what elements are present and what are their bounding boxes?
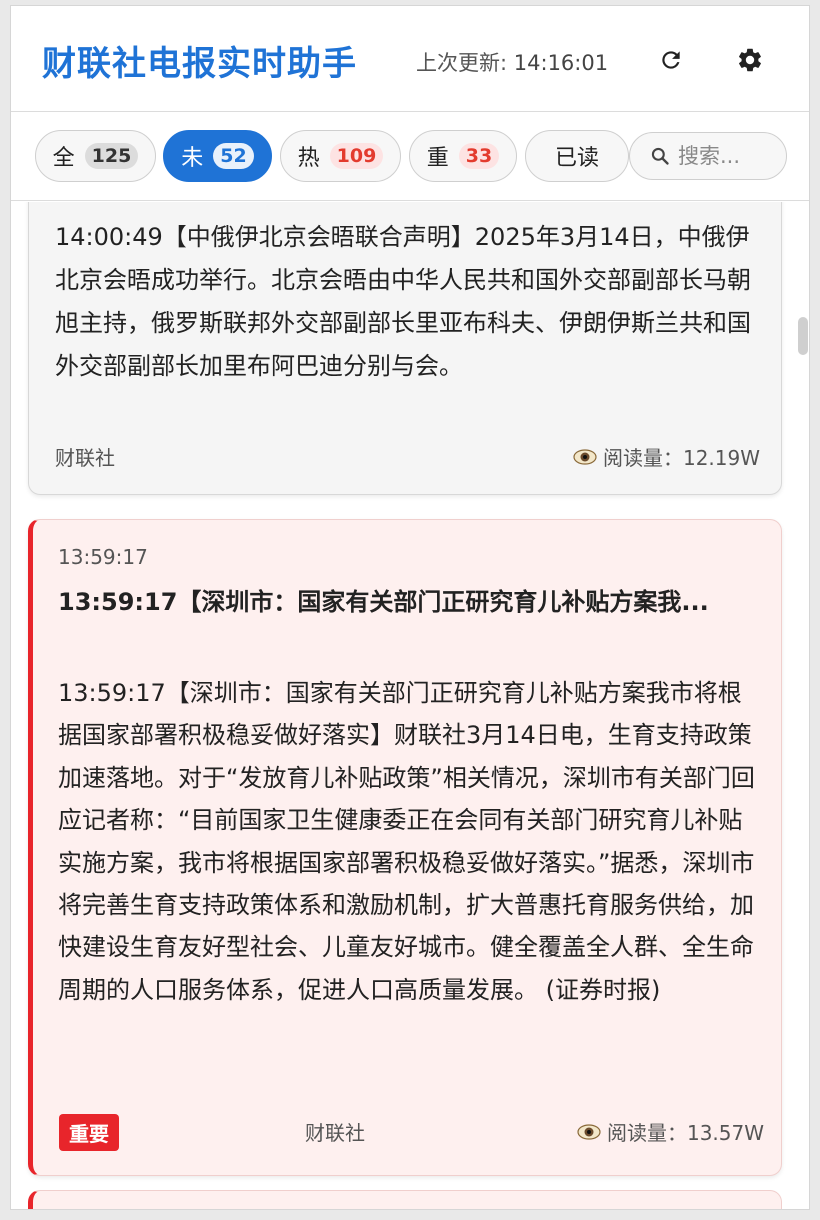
filter-all[interactable]: 全 125: [35, 130, 156, 182]
telegraph-list: 14:00:49【中俄伊北京会晤联合声明】2025年3月14日，中俄伊北京会晤成…: [11, 202, 809, 1209]
filter-important[interactable]: 重 33: [409, 130, 517, 182]
read-count-text: 阅读量：12.19W: [602, 446, 760, 470]
gear-icon: [739, 48, 761, 72]
important-badge: 重要: [59, 1114, 119, 1151]
refresh-icon: [662, 51, 680, 69]
news-card-important[interactable]: 13:59:17 13:59:17【深圳市：国家有关部门正研究育儿补贴方案我..…: [28, 519, 782, 1176]
last-update: 上次更新: 14:16:01: [416, 47, 608, 77]
app-title: 财联社电报实时助手: [42, 44, 357, 84]
filter-important-count: 33: [458, 143, 500, 169]
read-count-text: 阅读量：13.57W: [606, 1121, 764, 1145]
news-source: 财联社: [55, 446, 115, 470]
eye-icon: [573, 448, 597, 465]
filter-unread-count: 52: [213, 143, 254, 169]
read-count: 阅读量：13.57W: [577, 1117, 764, 1146]
read-count: 阅读量：12.19W: [573, 442, 760, 471]
news-body: 13:59:17【深圳市：国家有关部门正研究育儿补贴方案我市将根据国家部署积极稳…: [58, 679, 755, 1004]
search-icon: [651, 147, 669, 165]
filter-unread[interactable]: 未 52: [163, 130, 272, 182]
news-source: 财联社: [305, 1121, 365, 1145]
filter-hot-count: 109: [329, 143, 384, 169]
news-card-important[interactable]: [28, 1190, 782, 1209]
scrollbar-thumb[interactable]: [798, 317, 808, 355]
filter-read-label: 已读: [554, 146, 599, 171]
news-footer: 财联社 阅读量：12.19W: [55, 442, 760, 472]
filter-hot[interactable]: 热 109: [280, 130, 401, 182]
eye-icon: [577, 1123, 601, 1140]
update-time: 14:16:01: [513, 51, 609, 75]
news-card[interactable]: 14:00:49【中俄伊北京会晤联合声明】2025年3月14日，中俄伊北京会晤成…: [28, 202, 782, 495]
app-header: 财联社电报实时助手 上次更新: 14:16:01: [11, 6, 809, 112]
search-box[interactable]: [629, 132, 787, 180]
filter-hot-label: 热: [297, 146, 320, 171]
filter-unread-label: 未: [181, 146, 204, 171]
filter-bar: 全 125 未 52 热 109 重 33 已读: [11, 113, 809, 201]
filter-read[interactable]: 已读: [525, 130, 629, 182]
update-label: 上次更新:: [416, 51, 508, 75]
refresh-button[interactable]: [653, 42, 689, 78]
filter-all-label: 全: [52, 146, 75, 171]
filter-important-label: 重: [426, 146, 449, 171]
news-footer: 重要 财联社 阅读量：13.57W: [59, 1114, 764, 1151]
filter-all-count: 125: [84, 143, 139, 169]
settings-button[interactable]: [732, 42, 768, 78]
news-time: 13:59:17: [58, 545, 148, 569]
app-window: 财联社电报实时助手 上次更新: 14:16:01 全 125 未 52 热 10…: [10, 5, 810, 1210]
search-input[interactable]: [678, 144, 773, 168]
news-body: 14:00:49【中俄伊北京会晤联合声明】2025年3月14日，中俄伊北京会晤成…: [55, 223, 751, 380]
news-title: 13:59:17【深圳市：国家有关部门正研究育儿补贴方案我...: [58, 588, 709, 616]
